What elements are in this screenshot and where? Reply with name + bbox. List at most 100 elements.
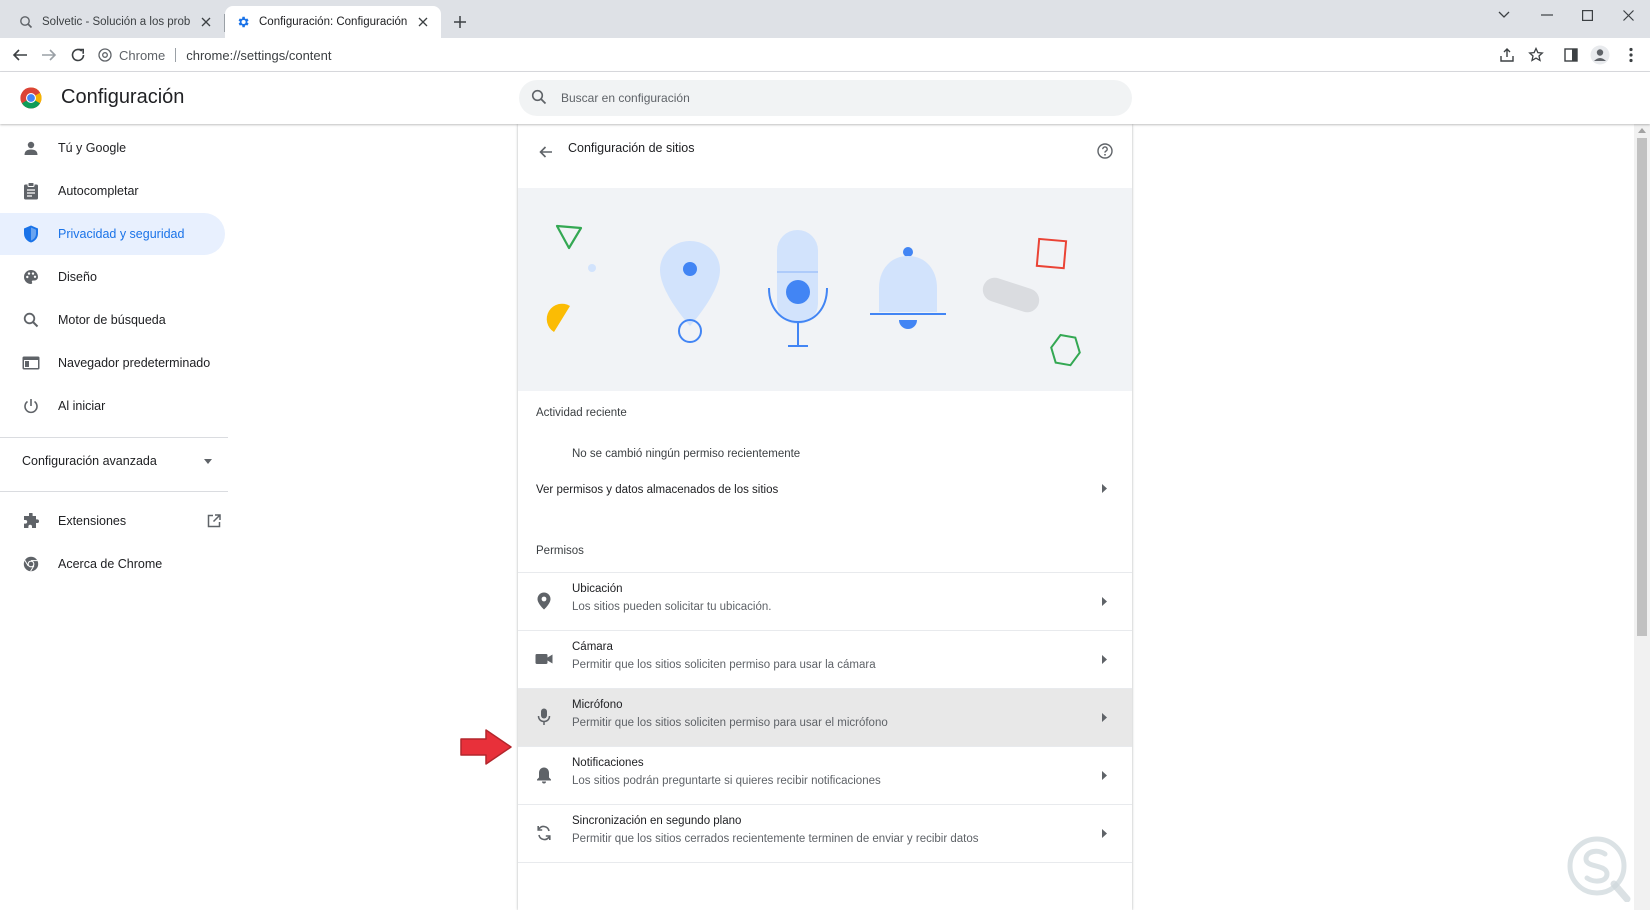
scrollbar-thumb[interactable] — [1637, 138, 1647, 636]
card-header: Configuración de sitios — [518, 124, 1132, 184]
solvetic-watermark-icon — [1567, 836, 1631, 902]
search-icon — [21, 310, 41, 330]
view-permissions-link[interactable]: Ver permisos y datos almacenados de los … — [518, 468, 1132, 512]
person-icon — [21, 138, 41, 158]
sync-icon — [534, 823, 554, 843]
tab-title: Solvetic - Solución a los problemas — [42, 16, 190, 28]
gear-favicon-icon — [235, 14, 251, 30]
sidebar-item-motor-busqueda[interactable]: Motor de búsqueda — [0, 299, 225, 341]
page-title: Configuración de sitios — [568, 141, 695, 155]
site-label: Chrome — [119, 47, 166, 63]
camera-icon — [534, 649, 554, 669]
settings-search-box[interactable] — [519, 80, 1132, 116]
settings-title: Configuración — [61, 86, 185, 108]
shield-icon — [21, 224, 41, 244]
chrome-logo-icon — [20, 87, 42, 109]
arrow-right-icon — [1102, 829, 1107, 838]
puzzle-icon — [21, 511, 41, 531]
new-tab-button[interactable] — [450, 12, 470, 32]
permission-row-next[interactable] — [518, 862, 1132, 910]
permission-subtitle: Permitir que los sitios soliciten permis… — [572, 717, 888, 729]
reload-icon[interactable] — [67, 44, 89, 66]
search-favicon-icon — [18, 14, 34, 30]
tab-search-chevron-icon[interactable] — [1489, 4, 1519, 26]
close-window-icon[interactable] — [1613, 4, 1643, 26]
arrow-right-icon — [1102, 771, 1107, 780]
permission-title: Ubicación — [572, 583, 623, 595]
permission-row-ubicacion[interactable]: Ubicación Los sitios pueden solicitar tu… — [518, 572, 1132, 630]
location-icon — [534, 591, 554, 611]
permission-subtitle: Los sitios podrán preguntarte si quieres… — [572, 775, 881, 787]
settings-search-input[interactable] — [561, 91, 1101, 105]
sidebar-divider — [0, 491, 228, 492]
chrome-icon — [98, 48, 112, 62]
side-panel-icon[interactable] — [1560, 44, 1582, 66]
arrow-right-icon — [1102, 655, 1107, 664]
site-settings-card: Configuración de sitios Actividad recien… — [518, 124, 1132, 910]
tab-configuracion[interactable]: Configuración: Configuración de sitios — [225, 6, 441, 38]
settings-header: Configuración — [0, 72, 1650, 124]
permission-row-notificaciones[interactable]: Notificaciones Los sitios podrán pregunt… — [518, 746, 1132, 804]
browser-toolbar: Chrome chrome://settings/content — [0, 38, 1650, 72]
view-permissions-label: Ver permisos y datos almacenados de los … — [536, 484, 779, 496]
forward-icon[interactable] — [38, 44, 60, 66]
arrow-right-icon — [1102, 484, 1107, 493]
sidebar-item-diseno[interactable]: Diseño — [0, 256, 225, 298]
sidebar-item-privacidad[interactable]: Privacidad y seguridad — [0, 213, 225, 255]
site-info-chip[interactable]: Chrome — [98, 48, 165, 63]
tab-strip: Solvetic - Solución a los problemas Conf… — [0, 0, 1650, 38]
permission-title: Sincronización en segundo plano — [572, 815, 742, 827]
sidebar-item-label: Privacidad y seguridad — [58, 227, 185, 241]
help-icon[interactable] — [1094, 140, 1116, 162]
sidebar-item-label: Diseño — [58, 270, 97, 284]
tab-solvetic[interactable]: Solvetic - Solución a los problemas — [8, 6, 224, 38]
close-icon[interactable] — [415, 14, 431, 30]
sidebar-item-al-iniciar[interactable]: Al iniciar — [0, 385, 225, 427]
caret-down-icon — [204, 458, 212, 464]
clipboard-icon — [21, 181, 41, 201]
permission-row-sincronizacion[interactable]: Sincronización en segundo plano Permitir… — [518, 804, 1132, 862]
sidebar-item-label: Navegador predeterminado — [58, 356, 211, 370]
sidebar-item-label: Motor de búsqueda — [58, 313, 166, 327]
search-icon — [531, 89, 549, 107]
back-arrow-icon[interactable] — [534, 140, 558, 164]
sidebar-item-label: Acerca de Chrome — [58, 557, 163, 571]
profile-avatar-icon[interactable] — [1589, 44, 1611, 66]
sidebar-item-label: Al iniciar — [58, 399, 106, 413]
chrome-icon — [21, 554, 41, 574]
permission-row-microfono[interactable]: Micrófono Permitir que los sitios solici… — [518, 688, 1132, 746]
url-text[interactable]: chrome://settings/content — [186, 48, 331, 63]
close-icon[interactable] — [198, 14, 214, 30]
arrow-right-icon — [1102, 597, 1107, 606]
sidebar-item-tu-y-google[interactable]: Tú y Google — [0, 127, 225, 169]
permission-title: Micrófono — [572, 699, 623, 711]
minimize-icon[interactable] — [1532, 4, 1562, 26]
open-in-new-icon — [207, 514, 221, 528]
site-settings-illustration — [518, 188, 1132, 391]
sidebar-item-acerca-de-chrome[interactable]: Acerca de Chrome — [0, 543, 225, 585]
sidebar-divider — [0, 437, 228, 438]
sidebar-item-navegador-predeterminado[interactable]: Navegador predeterminado — [0, 342, 225, 384]
no-recent-changes-text: No se cambió ningún permiso recientement… — [572, 448, 801, 460]
bookmark-star-icon[interactable] — [1525, 44, 1547, 66]
sidebar-item-autocompletar[interactable]: Autocompletar — [0, 170, 225, 212]
share-icon[interactable] — [1496, 44, 1518, 66]
back-icon[interactable] — [9, 44, 31, 66]
permission-row-camara[interactable]: Cámara Permitir que los sitios soliciten… — [518, 630, 1132, 688]
scroll-up-arrow-icon[interactable] — [1638, 128, 1646, 133]
omnibox-divider — [175, 48, 177, 62]
browser-icon — [21, 353, 41, 373]
power-icon — [21, 396, 41, 416]
page-scrollbar[interactable] — [1634, 124, 1650, 910]
menu-kebab-icon[interactable] — [1620, 44, 1642, 66]
tab-title: Configuración: Configuración de sitios — [259, 16, 407, 28]
recent-activity-heading: Actividad reciente — [536, 407, 627, 419]
address-bar[interactable]: Chrome chrome://settings/content — [98, 41, 1528, 69]
maximize-icon[interactable] — [1572, 4, 1602, 26]
permission-title: Notificaciones — [572, 757, 644, 769]
permission-subtitle: Los sitios pueden solicitar tu ubicación… — [572, 601, 772, 613]
sidebar-advanced-toggle[interactable]: Configuración avanzada — [22, 446, 212, 476]
sidebar-item-label: Autocompletar — [58, 184, 139, 198]
bell-icon — [534, 765, 554, 785]
sidebar-item-extensiones[interactable]: Extensiones — [0, 500, 225, 542]
